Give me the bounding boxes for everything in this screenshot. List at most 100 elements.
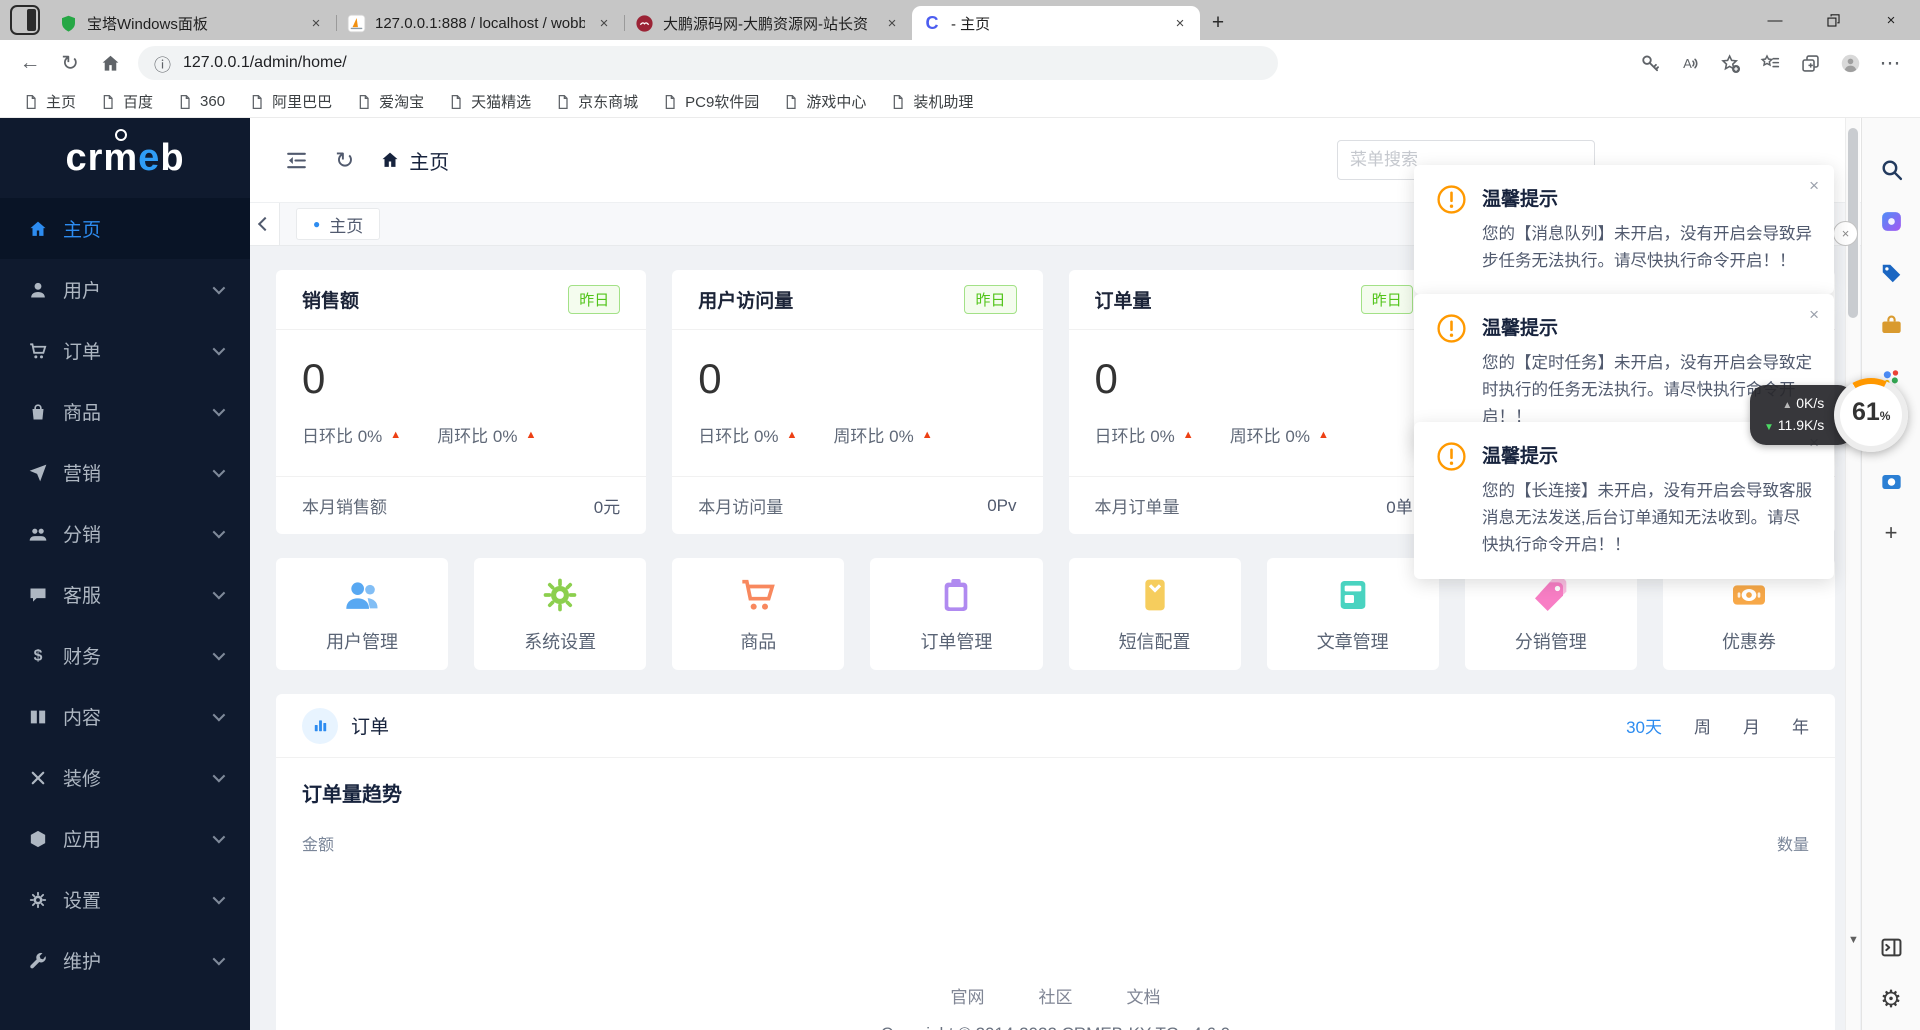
bookmark-item[interactable]: 装机助理: [881, 88, 982, 115]
sidebar-item-content[interactable]: 内容: [0, 686, 250, 747]
profile-avatar[interactable]: [1832, 45, 1868, 81]
tab-title: - 主页: [951, 13, 1161, 34]
sidebar-item-maintenance[interactable]: 维护: [0, 930, 250, 991]
refresh-page-icon[interactable]: ↻: [335, 147, 354, 174]
chevron-down-icon: [213, 831, 226, 844]
screenshot-icon[interactable]: [1876, 466, 1906, 496]
search-icon[interactable]: [1876, 154, 1906, 184]
percent-ring[interactable]: 61 %: [1834, 378, 1908, 452]
warning-icon: [1436, 184, 1467, 275]
sidebar-item-home[interactable]: 主页: [0, 198, 250, 259]
bookmark-item[interactable]: 爱淘宝: [347, 88, 433, 115]
sidebar-item-apps[interactable]: 应用: [0, 808, 250, 869]
bookmark-item[interactable]: 天猫精选: [439, 88, 540, 115]
trend-title: 订单量趋势: [302, 778, 1809, 807]
tab-close-icon[interactable]: ×: [882, 15, 902, 32]
up-triangle-icon: ▲: [1318, 429, 1329, 441]
footer-link-community[interactable]: 社区: [1039, 983, 1073, 1008]
toast-close-icon[interactable]: ×: [1809, 176, 1819, 196]
bookmark-item[interactable]: PC9软件园: [653, 88, 768, 115]
refresh-icon[interactable]: ↻: [52, 45, 88, 81]
percent-value: 61: [1852, 400, 1880, 425]
quick-link-user-management[interactable]: 用户管理: [276, 558, 448, 670]
favorites-icon[interactable]: [1752, 45, 1788, 81]
quick-link-article-management[interactable]: 文章管理: [1267, 558, 1439, 670]
tab-close-icon[interactable]: ×: [306, 15, 326, 32]
clipboard-icon: [936, 575, 976, 615]
minimize-button[interactable]: —: [1746, 0, 1804, 40]
bookmark-item[interactable]: 游戏中心: [774, 88, 875, 115]
tab-workspaces-icon[interactable]: [10, 5, 40, 35]
browser-tab-dapeng[interactable]: 大鹏源码网-大鹏资源网-站长资 ×: [624, 6, 912, 40]
tab-close-icon[interactable]: ×: [594, 15, 614, 32]
range-month[interactable]: 月: [1743, 713, 1760, 738]
shopping-tag-icon[interactable]: [1876, 258, 1906, 288]
tab-close-icon[interactable]: ×: [1170, 15, 1190, 32]
tab-title: 宝塔Windows面板: [87, 13, 297, 34]
bookmark-item[interactable]: 360: [168, 90, 234, 113]
footer-link-official[interactable]: 官网: [951, 983, 985, 1008]
bookmark-item[interactable]: 京东商城: [546, 88, 647, 115]
quick-link-order-management[interactable]: 订单管理: [870, 558, 1042, 670]
yesterday-badge[interactable]: 昨日: [964, 285, 1016, 314]
site-info-icon[interactable]: ⓘ: [154, 51, 171, 76]
back-icon[interactable]: ←: [12, 45, 48, 81]
cart-icon: [28, 341, 48, 361]
sidebar-item-settings[interactable]: 设置: [0, 869, 250, 930]
book-icon: [28, 707, 48, 727]
scrollbar-down-arrow[interactable]: ▼: [1846, 934, 1861, 946]
speed-monitor-widget[interactable]: ▲ 0K/s ▼ 11.9K/s 61 %: [1750, 378, 1908, 452]
restore-button[interactable]: [1804, 0, 1862, 40]
circle-close-icon[interactable]: ×: [1833, 221, 1858, 246]
sidebar-item-decoration[interactable]: 装修: [0, 747, 250, 808]
footer-link-docs[interactable]: 文档: [1127, 983, 1161, 1008]
quick-link-products[interactable]: 商品: [672, 558, 844, 670]
read-aloud-icon[interactable]: [1672, 45, 1708, 81]
browser-tab-phpmyadmin[interactable]: 127.0.0.1:888 / localhost / wobbt ×: [336, 6, 624, 40]
quick-link-system-settings[interactable]: 系统设置: [474, 558, 646, 670]
sidebar-settings-gear-icon[interactable]: ⚙: [1876, 984, 1906, 1014]
axis-right-label: 数量: [1777, 831, 1809, 855]
sidebar-item-users[interactable]: 用户: [0, 259, 250, 320]
page-icon: [100, 94, 116, 110]
collapse-menu-icon[interactable]: [284, 148, 309, 173]
range-week[interactable]: 周: [1694, 713, 1711, 738]
sidebar-item-products[interactable]: 商品: [0, 381, 250, 442]
address-bar[interactable]: ⓘ 127.0.0.1/admin/home/: [138, 46, 1278, 80]
sidebar-item-finance[interactable]: 财务: [0, 625, 250, 686]
sidebar-item-service[interactable]: 客服: [0, 564, 250, 625]
sidebar-item-marketing[interactable]: 营销: [0, 442, 250, 503]
wrench-icon: [28, 951, 48, 971]
toolbox-icon[interactable]: [1876, 310, 1906, 340]
range-30days[interactable]: 30天: [1626, 713, 1662, 738]
browser-home-icon[interactable]: [92, 45, 128, 81]
page-icon: [356, 94, 372, 110]
yesterday-badge[interactable]: 昨日: [568, 285, 620, 314]
quick-link-sms-config[interactable]: 短信配置: [1069, 558, 1241, 670]
tabstrip-scroll-left[interactable]: [250, 203, 280, 245]
bookmark-item[interactable]: 主页: [14, 88, 85, 115]
browser-tab-baota[interactable]: 宝塔Windows面板 ×: [48, 6, 336, 40]
page-icon: [177, 94, 193, 110]
page-scrollbar[interactable]: ▼: [1845, 118, 1860, 1030]
yesterday-badge[interactable]: 昨日: [1361, 285, 1413, 314]
panel-toggle-icon[interactable]: [1876, 932, 1906, 962]
password-key-icon[interactable]: [1632, 45, 1668, 81]
sidebar-item-distribution[interactable]: 分销: [0, 503, 250, 564]
close-button[interactable]: ×: [1862, 0, 1920, 40]
new-tab-button[interactable]: +: [1200, 6, 1236, 40]
collections-icon[interactable]: [1792, 45, 1828, 81]
bookmark-item[interactable]: 阿里巴巴: [240, 88, 341, 115]
sidebar-item-orders[interactable]: 订单: [0, 320, 250, 381]
copilot-icon[interactable]: [1876, 206, 1906, 236]
toast-close-icon[interactable]: ×: [1809, 305, 1819, 325]
upload-arrow-icon: ▲: [1782, 400, 1792, 411]
browser-tab-admin-home[interactable]: C - 主页 ×: [912, 6, 1200, 40]
bookmark-item[interactable]: 百度: [91, 88, 162, 115]
add-sidebar-icon[interactable]: +: [1876, 518, 1906, 548]
range-year[interactable]: 年: [1792, 713, 1809, 738]
page-icon: [448, 94, 464, 110]
page-tab-home[interactable]: ● 主页: [296, 208, 380, 240]
more-menu-icon[interactable]: ⋯: [1872, 45, 1908, 81]
add-favorite-icon[interactable]: [1712, 45, 1748, 81]
